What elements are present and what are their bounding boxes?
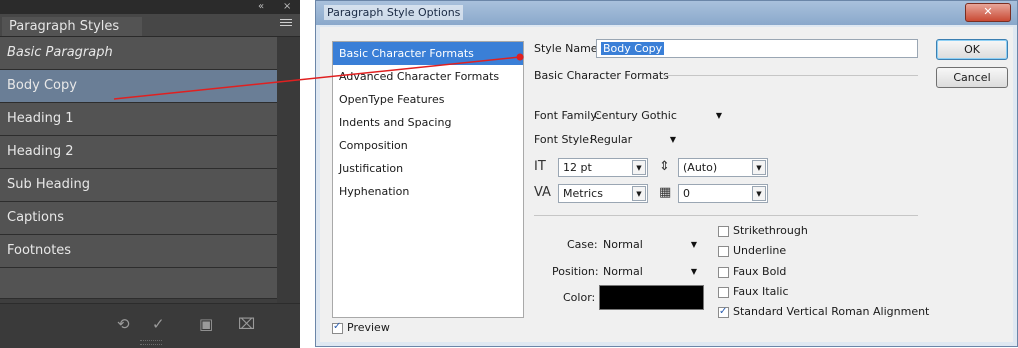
color-swatch[interactable] — [599, 285, 704, 310]
leading-field[interactable]: (Auto) ▼ — [678, 158, 768, 177]
tracking-field[interactable]: 0 ▼ — [678, 184, 768, 203]
style-row-heading-1[interactable]: Heading 1 — [0, 103, 277, 136]
faux-bold-checkbox[interactable]: Faux Bold — [718, 265, 786, 278]
tracking-icon: ▦ — [659, 185, 672, 200]
kerning-icon: VA — [534, 185, 551, 200]
chevron-down-icon: ▼ — [669, 135, 676, 144]
preview-check-icon[interactable] — [332, 321, 343, 334]
style-row-footnotes[interactable]: Footnotes — [0, 235, 277, 268]
panel-bottom-bar: ⟲ ✓ ▣ ⌧ — [0, 303, 300, 348]
paragraph-styles-panel: « × Paragraph Styles Basic Paragraph Bod… — [0, 0, 300, 348]
leading-icon: ⇕ — [659, 159, 670, 174]
formats-divider — [534, 215, 918, 216]
strikethrough-checkbox[interactable]: Strikethrough — [718, 224, 808, 237]
position-label: Position: — [552, 265, 599, 278]
font-style-label: Font Style: — [534, 133, 593, 146]
leading-value: (Auto) — [683, 161, 718, 174]
panel-tab[interactable]: Paragraph Styles — [2, 17, 142, 36]
ok-button[interactable]: OK — [936, 39, 1008, 60]
style-row-captions[interactable]: Captions — [0, 202, 277, 235]
svra-checkbox[interactable]: Standard Vertical Roman Alignment — [718, 305, 929, 318]
preview-checkbox[interactable]: Preview — [332, 321, 390, 334]
category-list: Basic Character Formats Advanced Charact… — [332, 41, 524, 318]
font-size-icon: ⵏT — [534, 159, 546, 174]
style-row-body-copy[interactable]: Body Copy — [0, 70, 277, 103]
font-family-select[interactable]: Century Gothic ▼ — [594, 108, 724, 124]
font-family-label: Font Family: — [534, 109, 600, 122]
chevron-down-icon[interactable]: ▼ — [752, 160, 766, 175]
panel-header: Paragraph Styles — [0, 14, 300, 37]
dialog-close-button[interactable]: ✕ — [965, 3, 1011, 22]
redefine-style-icon[interactable]: ✓ — [152, 316, 165, 332]
close-icon[interactable]: × — [283, 1, 291, 13]
chevron-down-icon: ▼ — [690, 240, 697, 249]
paragraph-style-options-dialog: Paragraph Style Options ✕ Basic Characte… — [315, 0, 1018, 347]
position-value: Normal — [603, 265, 643, 278]
checkbox-checked-icon[interactable] — [718, 305, 729, 318]
category-opentype-features[interactable]: OpenType Features — [333, 88, 523, 111]
collapse-icon[interactable]: « — [258, 1, 264, 13]
style-name-input[interactable]: Body Copy — [596, 39, 918, 58]
style-row-heading-2[interactable]: Heading 2 — [0, 136, 277, 169]
style-row-basic-paragraph[interactable]: Basic Paragraph — [0, 37, 277, 70]
kerning-field[interactable]: Metrics ▼ — [558, 184, 648, 203]
case-value: Normal — [603, 238, 643, 251]
checkbox-icon[interactable] — [718, 266, 729, 278]
panel-menu-icon[interactable] — [280, 19, 292, 29]
category-advanced-character-formats[interactable]: Advanced Character Formats — [333, 65, 523, 88]
font-family-value: Century Gothic — [594, 109, 677, 122]
faux-italic-label: Faux Italic — [733, 285, 789, 298]
case-label: Case: — [567, 238, 598, 251]
chevron-down-icon: ▼ — [690, 267, 697, 276]
clear-overrides-icon[interactable]: ⟲ — [117, 316, 130, 332]
font-style-select[interactable]: Regular ▼ — [590, 132, 678, 148]
faux-bold-label: Faux Bold — [733, 265, 787, 278]
category-justification[interactable]: Justification — [333, 157, 523, 180]
strikethrough-label: Strikethrough — [733, 224, 808, 237]
color-label: Color: — [563, 291, 596, 304]
style-row-sub-heading[interactable]: Sub Heading — [0, 169, 277, 202]
preview-label: Preview — [347, 321, 390, 334]
font-size-value: 12 pt — [563, 161, 592, 174]
checkbox-icon[interactable] — [718, 286, 729, 298]
new-style-icon[interactable]: ▣ — [199, 316, 213, 332]
category-hyphenation[interactable]: Hyphenation — [333, 180, 523, 203]
close-x-icon: ✕ — [983, 5, 993, 18]
checkbox-icon[interactable] — [718, 225, 729, 237]
dialog-title: Paragraph Style Options — [324, 5, 464, 20]
svra-label: Standard Vertical Roman Alignment — [733, 305, 930, 318]
section-title: Basic Character Formats — [534, 69, 669, 82]
chevron-down-icon[interactable]: ▼ — [752, 186, 766, 201]
cancel-button[interactable]: Cancel — [936, 67, 1008, 88]
font-size-field[interactable]: 12 pt ▼ — [558, 158, 648, 177]
case-select[interactable]: Normal ▼ — [603, 237, 699, 253]
chevron-down-icon: ▼ — [715, 111, 722, 120]
category-indents-and-spacing[interactable]: Indents and Spacing — [333, 111, 523, 134]
resize-grip[interactable] — [140, 340, 162, 345]
underline-label: Underline — [733, 244, 787, 257]
checkbox-icon[interactable] — [718, 245, 729, 257]
font-style-value: Regular — [590, 133, 633, 146]
dialog-titlebar: Paragraph Style Options ✕ — [316, 1, 1017, 25]
category-composition[interactable]: Composition — [333, 134, 523, 157]
kerning-value: Metrics — [563, 187, 603, 200]
underline-checkbox[interactable]: Underline — [718, 244, 786, 257]
styles-list: Basic Paragraph Body Copy Heading 1 Head… — [0, 37, 277, 299]
panel-top-bar: « × — [0, 0, 300, 14]
tracking-value: 0 — [683, 187, 690, 200]
position-select[interactable]: Normal ▼ — [603, 264, 699, 280]
list-scrollbar[interactable] — [277, 37, 300, 303]
category-basic-character-formats[interactable]: Basic Character Formats — [333, 42, 523, 65]
section-divider — [664, 75, 918, 76]
faux-italic-checkbox[interactable]: Faux Italic — [718, 285, 789, 298]
style-list-empty — [0, 268, 277, 299]
style-name-label: Style Name: — [534, 42, 602, 55]
chevron-down-icon[interactable]: ▼ — [632, 186, 646, 201]
delete-style-icon[interactable]: ⌧ — [238, 316, 255, 332]
dialog-body: Basic Character Formats Advanced Charact… — [320, 27, 1013, 342]
style-name-value: Body Copy — [601, 42, 665, 55]
chevron-down-icon[interactable]: ▼ — [632, 160, 646, 175]
